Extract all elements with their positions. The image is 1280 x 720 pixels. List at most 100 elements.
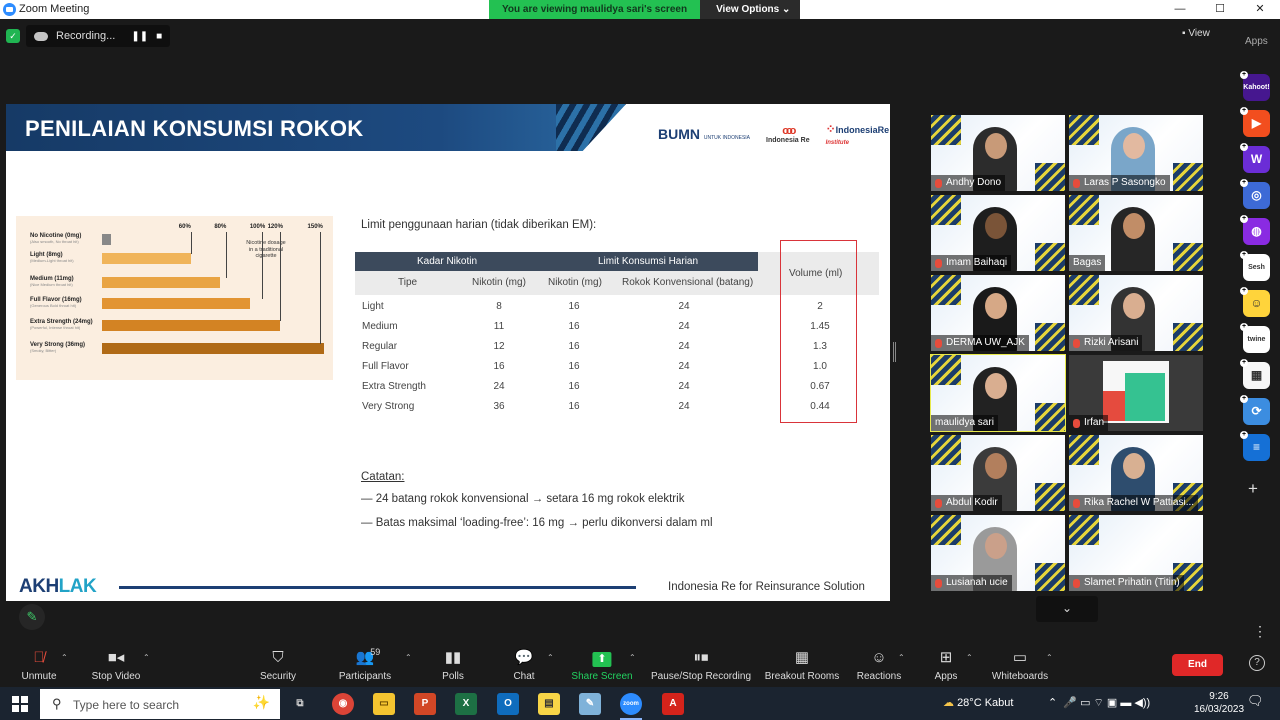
sidebar-app-icon[interactable]: + ▶ — [1240, 107, 1270, 137]
unmute-button[interactable]: 🎙̸ Unmute — [21, 648, 56, 682]
more-options-icon[interactable]: ⋮ — [1253, 623, 1267, 640]
table-cell-nik: 11 — [493, 321, 505, 332]
infographic-tick-line — [319, 232, 321, 344]
mic-muted-icon — [935, 578, 942, 588]
infographic-bar — [102, 298, 250, 309]
table-cell-nik: 12 — [493, 341, 505, 352]
participant-face — [985, 133, 1007, 159]
sidebar-app-icon[interactable]: + ⟳ — [1240, 395, 1270, 425]
table-cell-tipe: Extra Strength — [362, 381, 426, 392]
header-stripe-decoration — [556, 104, 626, 151]
encryption-shield-icon[interactable]: ✓ — [6, 29, 20, 43]
outlook-icon[interactable]: O — [497, 693, 519, 715]
limit-text: Limit penggunaan harian (tidak diberikan… — [361, 219, 597, 231]
whiteboards-options-caret[interactable]: ⌃ — [1046, 653, 1053, 662]
participant-tile[interactable]: Bagas — [1069, 195, 1203, 271]
zoom-taskbar-icon[interactable]: zoom — [620, 693, 642, 715]
chrome-icon[interactable]: ◉ — [332, 693, 354, 715]
participant-name-label: Andhy Dono — [931, 175, 1006, 191]
maximize-button[interactable]: ☐ — [1200, 0, 1240, 19]
sidebar-app-icon[interactable]: + ≡ — [1240, 431, 1270, 461]
system-tray-icons[interactable]: ⌃ 🎤 ▭ ⌔ ▣ ▬ ◀)) — [1048, 696, 1150, 710]
sidebar-app-icon[interactable]: + ◍ — [1240, 215, 1270, 245]
sidebar-app-icon[interactable]: + Sesh — [1240, 251, 1270, 281]
sidebar-app-icon[interactable]: + ▦ — [1240, 359, 1270, 389]
table-cell-nik: 16 — [493, 361, 505, 372]
excel-icon[interactable]: X — [455, 693, 477, 715]
mic-muted-icon — [1073, 418, 1080, 428]
reactions-button[interactable]: ☺ Reactions — [857, 648, 901, 682]
participant-tile[interactable]: Rika Rachel W Pattiasi... — [1069, 435, 1203, 511]
chat-button[interactable]: 💬 Chat — [513, 648, 534, 682]
sidebar-app-icon[interactable]: + ☺ — [1240, 287, 1270, 317]
participants-options-caret[interactable]: ⌃ — [405, 653, 412, 662]
participant-face — [985, 293, 1007, 319]
security-button[interactable]: ⛉ Security — [260, 648, 296, 682]
chat-options-caret[interactable]: ⌃ — [547, 653, 554, 662]
task-view-icon[interactable]: ⧉ — [289, 693, 311, 715]
notification-center-icon[interactable]: 🗨 — [1247, 693, 1264, 709]
whiteboards-button[interactable]: ▭ Whiteboards — [992, 648, 1048, 682]
minimize-button[interactable]: — — [1160, 0, 1200, 19]
infographic-tick-line — [190, 232, 192, 254]
whiteboard-icon: ▭ — [1012, 649, 1028, 666]
participant-tile[interactable]: Rizki Arisani — [1069, 275, 1203, 351]
window-title: Zoom Meeting — [19, 3, 90, 15]
title-bar: Zoom Meeting You are viewing maulidya sa… — [0, 0, 1280, 19]
windows-start-icon[interactable] — [12, 696, 28, 712]
apps-options-caret[interactable]: ⌃ — [966, 653, 973, 662]
participant-tile[interactable]: maulidya sari — [930, 354, 1066, 432]
powerpoint-icon[interactable]: P — [414, 693, 436, 715]
participant-tile[interactable]: DERMA UW_AJK — [931, 275, 1065, 351]
gallery-next-page-chevron-icon[interactable]: ⌄ — [1036, 596, 1098, 622]
paint-icon[interactable]: ✎ — [579, 693, 601, 715]
sidebar-app-icon[interactable]: + W — [1240, 143, 1270, 173]
sidebar-app-icon[interactable]: + Kahoot! — [1240, 71, 1270, 101]
video-options-caret[interactable]: ⌃ — [143, 653, 150, 662]
breakout-rooms-grid-icon: ▦ — [794, 649, 810, 666]
pause-stop-recording-button[interactable]: ⏸⏹ Pause/Stop Recording — [651, 648, 751, 682]
participant-tile[interactable]: Laras P Sasongko — [1069, 115, 1203, 191]
participant-tile[interactable]: Slamet Prihatin (Titin) — [1069, 515, 1203, 591]
view-options-button[interactable]: View Options ⌄ — [700, 0, 801, 19]
file-explorer-icon[interactable]: ▭ — [373, 693, 395, 715]
participant-tile[interactable]: Imam Baihaqi — [931, 195, 1065, 271]
share-screen-button[interactable]: ⬆ Share Screen — [571, 648, 633, 682]
reactions-options-caret[interactable]: ⌃ — [898, 653, 905, 662]
add-app-plus-icon[interactable]: + — [1248, 479, 1258, 499]
participants-button[interactable]: 👥 59 Participants — [339, 647, 391, 682]
acrobat-icon[interactable]: A — [662, 693, 684, 715]
akhlak-logo: AKHLAK — [19, 576, 97, 597]
pause-recording-button[interactable]: ❚❚ — [131, 31, 148, 42]
participant-tile[interactable]: Andhy Dono — [931, 115, 1065, 191]
sidebar-app-icon[interactable]: + twine — [1240, 323, 1270, 353]
header-rokok-konvensional: Rokok Konvensional (batang) — [622, 277, 754, 288]
end-meeting-button[interactable]: End — [1172, 654, 1223, 676]
table-cell-rokok: 24 — [678, 301, 690, 312]
taskbar-clock[interactable]: 9:26 16/03/2023 — [1193, 690, 1245, 716]
share-options-caret[interactable]: ⌃ — [629, 653, 636, 662]
participant-name-label: Rika Rachel W Pattiasi... — [1069, 495, 1199, 511]
audio-options-caret[interactable]: ⌃ — [61, 653, 68, 662]
participant-tile[interactable]: Irfan — [1069, 355, 1203, 431]
table-cell-tipe: Full Flavor — [362, 361, 409, 372]
recording-indicator: Recording... ❚❚ ■ — [26, 25, 171, 47]
infographic-tick-label: 100% — [249, 224, 266, 230]
taskbar-search-input[interactable]: ⚲ Type here to search ✨ — [40, 689, 280, 719]
annotate-pen-icon[interactable]: ✎ — [19, 604, 45, 630]
close-window-button[interactable]: ✕ — [1240, 0, 1280, 19]
sidebar-app-icon[interactable]: + ◎ — [1240, 179, 1270, 209]
table-cell-rokok: 24 — [678, 401, 690, 412]
view-button[interactable]: ▪ View — [1182, 28, 1210, 39]
participant-tile[interactable]: Lusianah ucie — [931, 515, 1065, 591]
weather-widget[interactable]: ☁ 28°C Kabut — [943, 696, 1013, 709]
split-view-handle[interactable] — [893, 342, 896, 362]
infographic-bar — [102, 343, 324, 354]
apps-button[interactable]: ⊞ Apps — [935, 648, 958, 682]
stop-video-button[interactable]: ■◂ Stop Video — [92, 648, 141, 682]
participant-tile[interactable]: Abdul Kodir — [931, 435, 1065, 511]
sticky-notes-icon[interactable]: ▤ — [538, 693, 560, 715]
polls-button[interactable]: ▮▮ Polls — [442, 648, 464, 682]
stop-recording-button[interactable]: ■ — [156, 31, 162, 42]
breakout-rooms-button[interactable]: ▦ Breakout Rooms — [765, 648, 839, 682]
